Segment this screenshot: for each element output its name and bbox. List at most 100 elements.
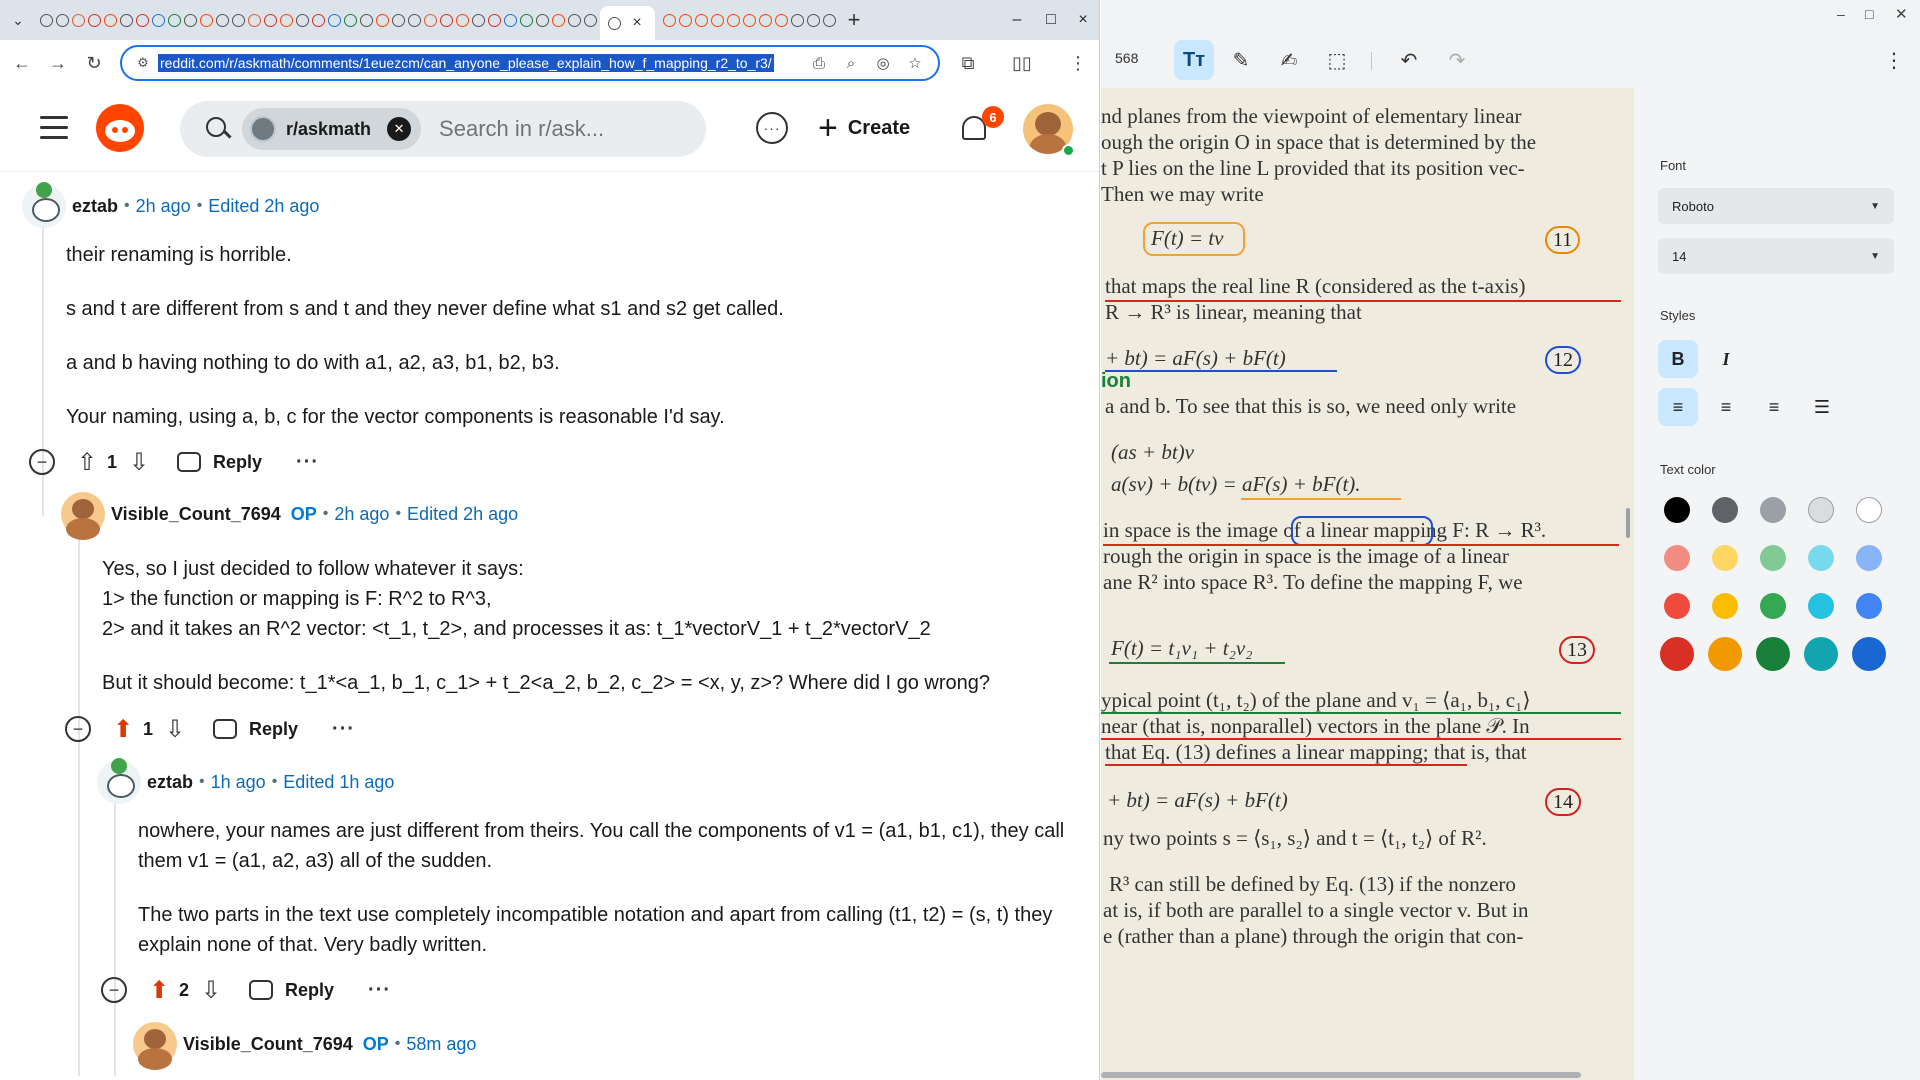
more-options-icon[interactable]: ··· <box>368 979 391 1002</box>
comment-time[interactable]: 1h ago <box>211 772 266 793</box>
browser-menu-icon[interactable]: ⋮ <box>1060 45 1096 81</box>
tab-favicon[interactable] <box>711 13 724 27</box>
tab-favicon[interactable] <box>536 13 549 27</box>
color-swatch[interactable] <box>1852 637 1886 671</box>
tab-favicon[interactable] <box>280 13 293 27</box>
tab-favicon[interactable] <box>200 13 213 27</box>
reddit-logo[interactable] <box>96 104 144 152</box>
color-swatch[interactable] <box>1856 593 1882 619</box>
color-swatch[interactable] <box>1808 545 1834 571</box>
active-tab[interactable]: × <box>600 6 655 40</box>
comment-author[interactable]: eztab <box>72 196 118 217</box>
comment-time[interactable]: 2h ago <box>334 504 389 525</box>
color-swatch[interactable] <box>1856 545 1882 571</box>
tab-favicon[interactable] <box>88 13 101 27</box>
pdf-close-button[interactable]: ✕ <box>1895 5 1908 23</box>
tab-favicon[interactable] <box>424 13 437 27</box>
upvote-icon[interactable]: ⬆ <box>145 976 173 1004</box>
remove-subreddit-filter-icon[interactable]: ✕ <box>387 117 412 141</box>
tab-favicon[interactable] <box>360 13 373 27</box>
tab-favicon[interactable] <box>56 13 69 27</box>
reply-button[interactable]: Reply <box>249 980 334 1001</box>
avatar[interactable] <box>61 492 105 540</box>
comment-time[interactable]: 2h ago <box>136 196 191 217</box>
avatar[interactable] <box>22 182 66 228</box>
color-swatch[interactable] <box>1712 545 1738 571</box>
color-swatch[interactable] <box>1664 545 1690 571</box>
new-tab-button[interactable]: + <box>839 5 869 35</box>
tab-favicon[interactable] <box>216 13 229 27</box>
color-swatch[interactable] <box>1660 637 1694 671</box>
tab-favicon[interactable] <box>695 13 708 27</box>
tab-favicon[interactable] <box>584 13 597 27</box>
tab-favicon[interactable] <box>376 13 389 27</box>
comment-author[interactable]: Visible_Count_7694 <box>183 1034 353 1055</box>
tab-favicon[interactable] <box>488 13 501 27</box>
text-tool-icon[interactable]: Tт <box>1174 40 1214 80</box>
hamburger-menu-icon[interactable] <box>40 116 68 140</box>
downvote-icon[interactable]: ⇩ <box>161 715 189 743</box>
signature-tool-icon[interactable]: ✍ <box>1269 40 1309 80</box>
tab-favicon[interactable] <box>679 13 692 27</box>
maximize-button[interactable]: □ <box>1034 0 1068 40</box>
collapse-icon[interactable]: − <box>29 449 55 475</box>
eye-off-icon[interactable]: ◎ <box>872 52 894 74</box>
vertical-scrollbar[interactable] <box>1626 508 1630 538</box>
align-justify-icon[interactable]: ☰ <box>1802 388 1842 426</box>
more-options-icon[interactable]: ··· <box>296 451 319 474</box>
color-swatch[interactable] <box>1760 545 1786 571</box>
tab-favicon[interactable] <box>104 13 117 27</box>
back-arrow-icon[interactable]: ← <box>4 45 40 81</box>
align-right-icon[interactable]: ≡ <box>1754 388 1794 426</box>
downvote-icon[interactable]: ⇩ <box>197 976 225 1004</box>
color-swatch[interactable] <box>1712 593 1738 619</box>
tab-favicon[interactable] <box>136 13 149 27</box>
color-swatch[interactable] <box>1808 497 1834 523</box>
upvote-icon[interactable]: ⬆ <box>109 715 137 743</box>
color-swatch[interactable] <box>1712 497 1738 523</box>
color-swatch[interactable] <box>1664 593 1690 619</box>
tab-favicon[interactable] <box>568 13 581 27</box>
collapse-icon[interactable]: − <box>101 977 127 1003</box>
tab-favicon[interactable] <box>72 13 85 27</box>
avatar[interactable] <box>97 758 141 804</box>
forward-arrow-icon[interactable]: → <box>40 45 76 81</box>
color-swatch[interactable] <box>1760 593 1786 619</box>
tab-favicon[interactable] <box>663 13 676 27</box>
font-family-select[interactable]: Roboto ▼ <box>1658 188 1894 224</box>
draw-tool-icon[interactable]: ✎ <box>1221 40 1261 80</box>
annotation-box[interactable] <box>1291 516 1433 546</box>
comment-time[interactable]: 58m ago <box>406 1034 476 1055</box>
url-text[interactable]: reddit.com/r/askmath/comments/1euezcm/ca… <box>158 54 774 72</box>
reply-button[interactable]: Reply <box>213 719 298 740</box>
tab-search-chevron-icon[interactable]: ⌄ <box>0 0 36 40</box>
color-swatch[interactable] <box>1756 637 1790 671</box>
horizontal-scrollbar[interactable] <box>1101 1072 1581 1078</box>
reading-mode-icon[interactable]: ▯▯ <box>1004 45 1040 81</box>
redo-icon[interactable]: ↷ <box>1437 40 1477 80</box>
zoom-icon[interactable]: ⌕ <box>840 52 862 74</box>
site-info-icon[interactable]: ⚙ <box>128 55 158 71</box>
active-tab-close-icon[interactable]: × <box>627 13 647 33</box>
search-input[interactable]: Search in r/ask... <box>439 116 604 142</box>
bold-button[interactable]: B <box>1658 340 1698 378</box>
font-size-select[interactable]: 14 ▼ <box>1658 238 1894 274</box>
comment-author[interactable]: eztab <box>147 772 193 793</box>
tab-favicon[interactable] <box>296 13 309 27</box>
align-left-icon[interactable]: ≡ <box>1658 388 1698 426</box>
color-swatch[interactable] <box>1804 637 1838 671</box>
reload-icon[interactable]: ↻ <box>76 45 112 81</box>
tab-favicon[interactable] <box>184 13 197 27</box>
select-area-icon[interactable]: ⬚ <box>1317 40 1357 80</box>
tab-favicon[interactable] <box>472 13 485 27</box>
extensions-icon[interactable]: ⧉ <box>950 45 986 81</box>
chat-icon[interactable]: ··· <box>756 112 788 144</box>
pdf-minimize-button[interactable]: – <box>1837 6 1845 22</box>
align-center-icon[interactable]: ≡ <box>1706 388 1746 426</box>
tab-favicon[interactable] <box>440 13 453 27</box>
undo-icon[interactable]: ↶ <box>1389 40 1429 80</box>
tab-favicon[interactable] <box>791 13 804 27</box>
tab-favicon[interactable] <box>40 13 53 27</box>
tab-favicon[interactable] <box>775 13 788 27</box>
comment-author[interactable]: Visible_Count_7694 <box>111 504 281 525</box>
